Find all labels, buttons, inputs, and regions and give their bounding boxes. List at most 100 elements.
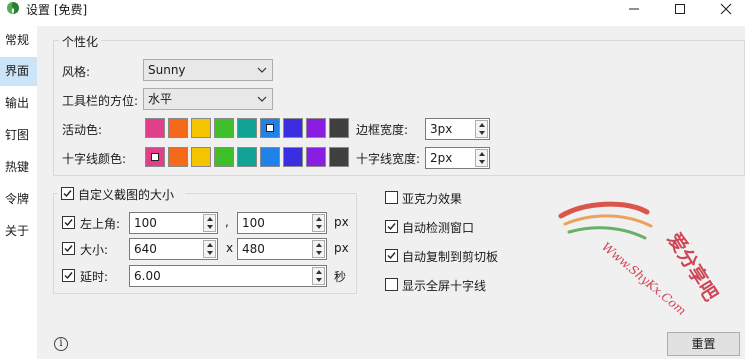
height-value: 480 <box>242 242 265 256</box>
minimize-icon <box>629 8 639 9</box>
crosshair-width-spinbox[interactable]: 2px <box>425 147 490 169</box>
sidebar-item-token[interactable]: 令牌 <box>0 185 37 214</box>
spin-arrows-icon[interactable] <box>475 149 488 167</box>
checkmark-icon <box>64 272 73 280</box>
crosshair-color-swatch[interactable] <box>237 147 257 167</box>
minimize-button[interactable] <box>611 0 657 17</box>
active-color-swatch[interactable] <box>168 118 188 138</box>
selected-marker-icon <box>266 124 274 132</box>
size-checkbox[interactable] <box>62 242 75 255</box>
sidebar-item-about[interactable]: 关于 <box>0 217 37 246</box>
fullscreen-crosshair-checkbox[interactable] <box>385 278 398 291</box>
sidebar-item-pin[interactable]: 钉图 <box>0 121 37 150</box>
acrylic-checkbox[interactable] <box>385 191 398 204</box>
checkmark-icon <box>387 223 396 231</box>
px-unit-label: px <box>334 215 349 229</box>
style-label: 风格: <box>62 65 91 79</box>
size-label: 大小: <box>80 243 109 257</box>
spin-arrows-icon[interactable] <box>203 214 216 232</box>
toolbar-position-select[interactable]: 水平 <box>143 88 273 110</box>
crosshair-color-swatch[interactable] <box>306 147 326 167</box>
spin-arrows-icon[interactable] <box>312 214 325 232</box>
active-color-swatch[interactable] <box>260 118 280 138</box>
selected-marker-icon <box>151 153 159 161</box>
settings-sidebar: 常规 界面 输出 钉图 热键 令牌 关于 <box>0 26 37 359</box>
watermark-logo: 爱分享吧 Www.ShyKx.Com <box>558 201 723 318</box>
border-width-label: 边框宽度: <box>356 123 409 137</box>
sidebar-item-general[interactable]: 常规 <box>0 26 37 55</box>
crosshair-color-swatch[interactable] <box>145 147 165 167</box>
coord-separator: , <box>225 215 229 229</box>
delay-label: 延时: <box>80 270 109 284</box>
auto-copy-checkbox[interactable] <box>385 249 398 262</box>
app-logo-icon <box>7 2 19 14</box>
checkmark-icon <box>64 219 73 227</box>
sidebar-item-interface[interactable]: 界面 <box>0 57 37 86</box>
border-width-value: 3px <box>430 122 453 136</box>
delay-value: 6.00 <box>134 269 161 283</box>
crosshair-color-swatch[interactable] <box>168 147 188 167</box>
top-left-checkbox[interactable] <box>62 216 75 229</box>
crosshair-color-swatch[interactable] <box>214 147 234 167</box>
checkmark-icon <box>64 245 73 253</box>
acrylic-label: 亚克力效果 <box>402 192 463 206</box>
active-color-swatch[interactable] <box>145 118 165 138</box>
px-unit-label: px <box>334 241 349 255</box>
active-color-swatch[interactable] <box>329 118 349 138</box>
active-color-swatch[interactable] <box>214 118 234 138</box>
top-left-label: 左上角: <box>80 217 121 231</box>
active-color-swatch[interactable] <box>237 118 257 138</box>
toolbar-position-label: 工具栏的方位: <box>62 94 139 108</box>
crosshair-color-swatch[interactable] <box>260 147 280 167</box>
crosshair-width-value: 2px <box>430 151 453 165</box>
toolbar-position-value: 水平 <box>148 92 173 106</box>
maximize-icon <box>675 3 685 14</box>
crosshair-color-swatch[interactable] <box>191 147 211 167</box>
auto-detect-window-label: 自动检测窗口 <box>402 221 475 235</box>
delay-spinbox[interactable]: 6.00 <box>129 265 327 287</box>
size-separator: x <box>226 241 234 255</box>
spin-arrows-icon[interactable] <box>312 240 325 258</box>
crosshair-color-swatch[interactable] <box>283 147 303 167</box>
width-spinbox[interactable]: 640 <box>129 238 218 260</box>
checkmark-icon <box>63 190 72 198</box>
active-color-swatch[interactable] <box>306 118 326 138</box>
info-icon[interactable]: i <box>54 337 68 351</box>
spin-arrows-icon[interactable] <box>203 240 216 258</box>
custom-size-label: 自定义截图的大小 <box>78 188 175 202</box>
spin-arrows-icon[interactable] <box>475 120 488 138</box>
personalization-group-title: 个性化 <box>59 33 102 50</box>
reset-button[interactable]: 重置 <box>667 332 740 356</box>
spin-arrows-icon[interactable] <box>312 267 325 285</box>
sidebar-item-output[interactable]: 输出 <box>0 89 37 118</box>
close-button[interactable] <box>703 0 745 17</box>
checkmark-icon <box>387 252 396 260</box>
fullscreen-crosshair-label: 显示全屏十字线 <box>402 279 487 293</box>
active-color-swatch[interactable] <box>191 118 211 138</box>
style-select[interactable]: Sunny <box>143 59 273 81</box>
active-color-label: 活动色: <box>62 123 103 137</box>
height-spinbox[interactable]: 480 <box>237 238 327 260</box>
width-value: 640 <box>134 242 157 256</box>
chevron-down-icon <box>257 67 267 73</box>
top-left-y-value: 100 <box>242 216 265 230</box>
sidebar-item-hotkeys[interactable]: 热键 <box>0 153 37 182</box>
crosshair-color-swatch[interactable] <box>329 147 349 167</box>
border-width-spinbox[interactable]: 3px <box>425 118 490 140</box>
top-left-x-spinbox[interactable]: 100 <box>129 212 218 234</box>
crosshair-width-label: 十字线宽度: <box>356 152 421 166</box>
title-bar: 设置 [免费] <box>0 0 745 17</box>
top-left-y-spinbox[interactable]: 100 <box>237 212 327 234</box>
auto-detect-window-checkbox[interactable] <box>385 220 398 233</box>
top-left-x-value: 100 <box>134 216 157 230</box>
auto-copy-label: 自动复制到剪切板 <box>402 250 499 264</box>
chevron-down-icon <box>257 96 267 102</box>
style-select-value: Sunny <box>148 63 186 77</box>
window-title: 设置 [免费] <box>26 3 88 17</box>
maximize-button[interactable] <box>657 0 703 17</box>
crosshair-color-label: 十字线颜色: <box>62 152 127 166</box>
active-color-swatch[interactable] <box>283 118 303 138</box>
delay-checkbox[interactable] <box>62 269 75 282</box>
close-icon <box>720 3 732 14</box>
custom-size-checkbox[interactable] <box>61 187 74 200</box>
